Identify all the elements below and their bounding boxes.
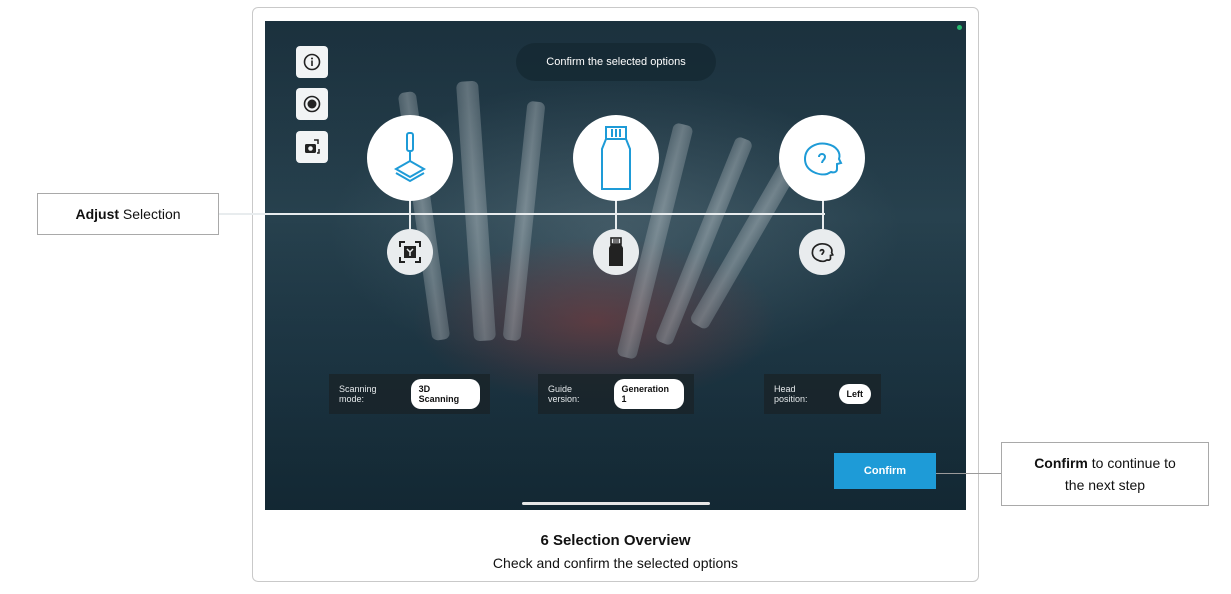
camera-switch-icon bbox=[305, 139, 320, 154]
chip-label: Scanning mode: bbox=[339, 384, 377, 404]
scan-target-icon bbox=[399, 241, 421, 263]
guide-version-summary: Guide version: Generation 1 bbox=[538, 374, 694, 414]
callout-bold: Adjust bbox=[75, 206, 120, 222]
confirm-leader-line bbox=[936, 473, 1001, 474]
record-icon bbox=[303, 95, 321, 113]
caption-subtitle: Check and confirm the selected options bbox=[492, 555, 739, 571]
head-position-value[interactable]: Left bbox=[838, 384, 871, 404]
scanning-mode-summary: Scanning mode: 3D Scanning bbox=[329, 374, 490, 414]
caption-title: 6 Selection Overview bbox=[540, 532, 691, 549]
scanning-mode-small-option[interactable] bbox=[387, 229, 433, 275]
connector-line bbox=[615, 199, 617, 229]
info-button[interactable] bbox=[296, 46, 328, 78]
guide-version-value[interactable]: Generation 1 bbox=[613, 379, 684, 409]
callout-bold: Confirm bbox=[1034, 455, 1088, 471]
connector-line bbox=[822, 199, 824, 229]
confirm-callout: Confirm to continue to the next step bbox=[1001, 442, 1209, 506]
chip-label: Guide version: bbox=[548, 384, 580, 404]
guide-version-small-option[interactable] bbox=[593, 229, 639, 275]
head-left-icon bbox=[803, 142, 843, 176]
scanning-mode-value[interactable]: 3D Scanning bbox=[410, 379, 480, 409]
connector-line bbox=[409, 199, 411, 229]
selection-connector bbox=[219, 213, 825, 215]
callout-text: to continue to bbox=[1087, 455, 1176, 471]
record-button[interactable] bbox=[296, 88, 328, 120]
guide-version-option[interactable] bbox=[573, 115, 659, 201]
info-icon bbox=[303, 53, 321, 71]
camera-switch-button[interactable] bbox=[296, 131, 328, 163]
header-pill: Confirm the selected options bbox=[516, 43, 716, 81]
callout-text: the next step bbox=[1064, 477, 1146, 493]
head-position-summary: Head position: Left bbox=[764, 374, 881, 414]
head-position-option[interactable] bbox=[779, 115, 865, 201]
guide-generation-icon bbox=[601, 126, 631, 190]
adjust-selection-callout: Adjust Selection bbox=[37, 193, 219, 235]
callout-text: Selection bbox=[119, 206, 181, 222]
3d-scanning-icon bbox=[393, 132, 427, 183]
head-position-small-option[interactable] bbox=[799, 229, 845, 275]
chip-label: Head position: bbox=[774, 384, 808, 404]
guide-small-icon bbox=[609, 237, 623, 266]
head-small-icon bbox=[811, 243, 834, 263]
scanning-mode-option[interactable] bbox=[367, 115, 453, 201]
home-indicator[interactable] bbox=[522, 502, 710, 505]
confirm-button[interactable]: Confirm bbox=[834, 453, 936, 489]
